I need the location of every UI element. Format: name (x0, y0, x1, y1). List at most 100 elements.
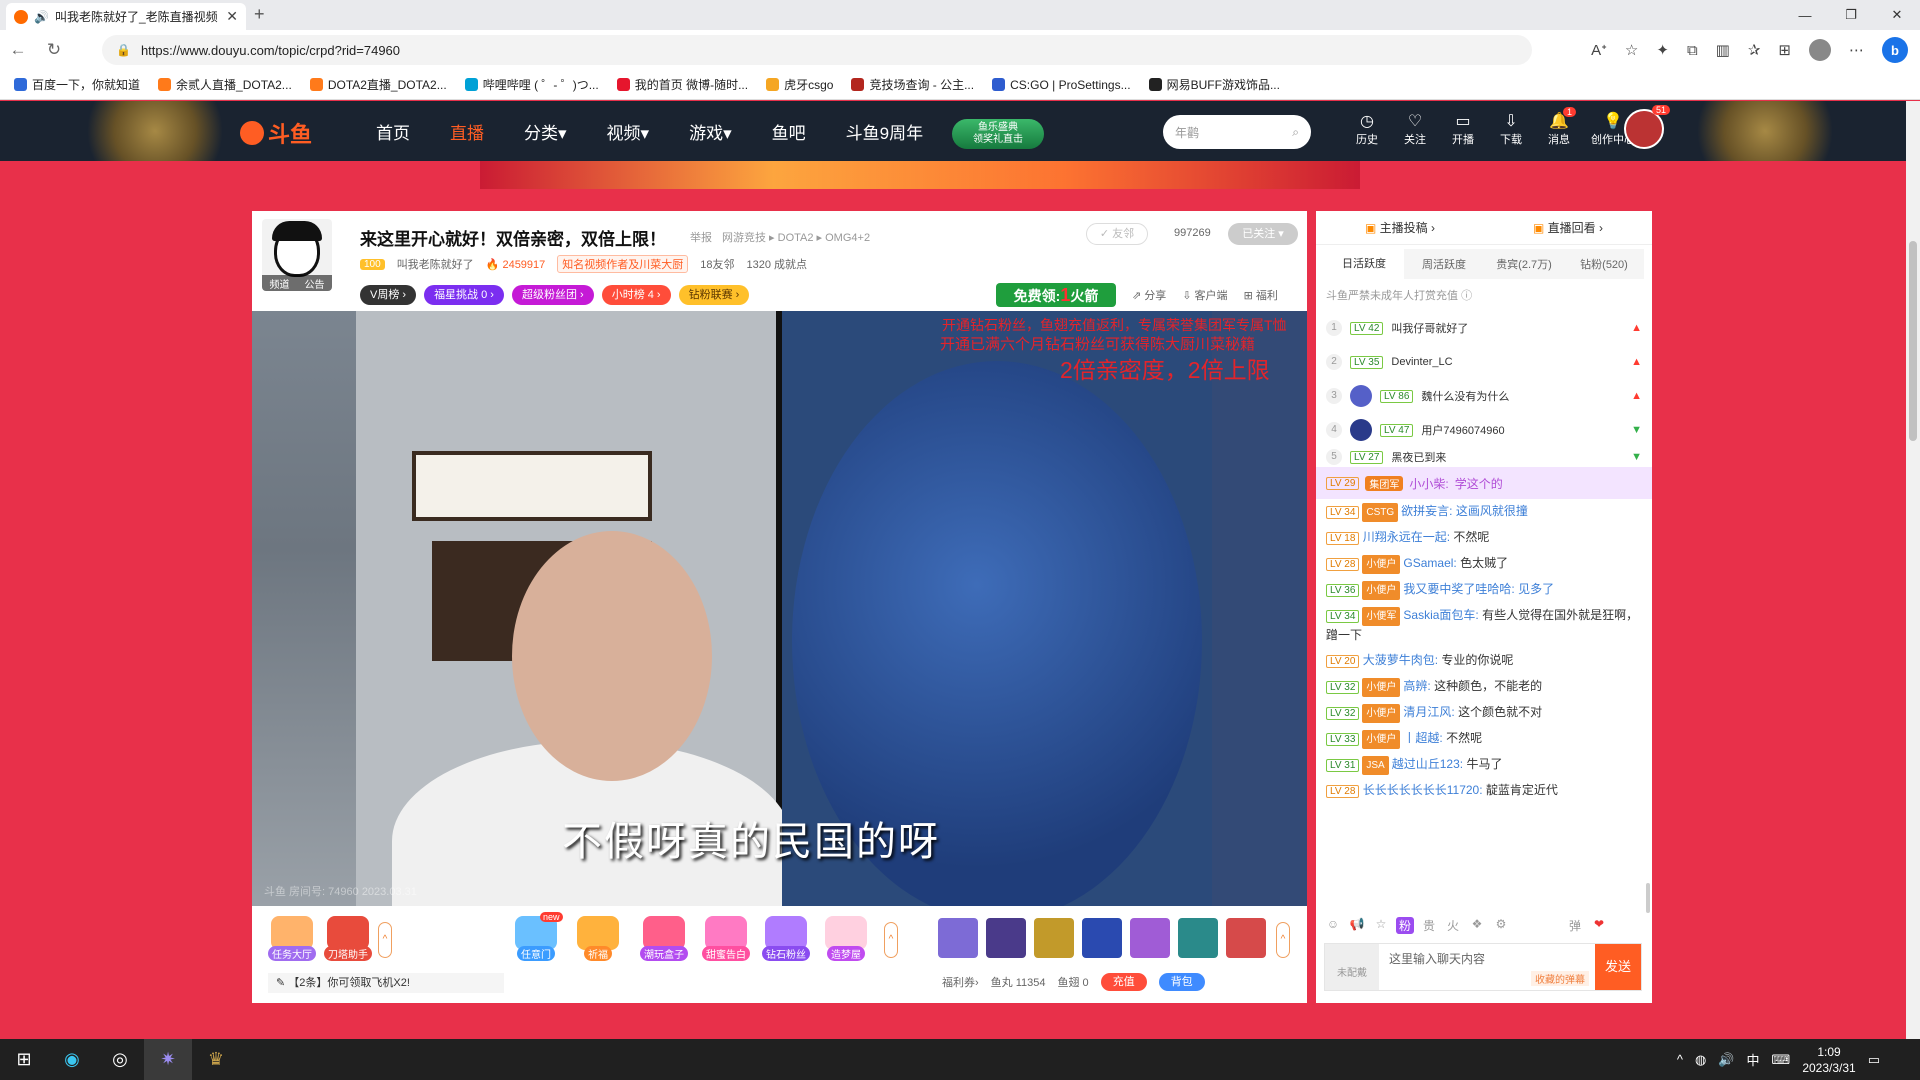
nav-fishbar[interactable]: 鱼吧 (772, 119, 806, 144)
search-icon[interactable]: ⌕ (1292, 125, 1299, 140)
lucky-challenge-pill[interactable]: 福星挑战 0 › (424, 285, 504, 305)
gift-item[interactable] (1226, 918, 1266, 958)
dota-helper-button[interactable]: 刀塔助手 (322, 916, 374, 961)
gift-sweet-confession[interactable]: 甜蜜告白 (700, 916, 752, 961)
profile-avatar[interactable] (1809, 39, 1831, 61)
back-button[interactable]: ← (0, 40, 36, 60)
collected-danmu-button[interactable]: 收藏的弹幕 (1531, 971, 1589, 986)
hourly-rank-pill[interactable]: 小时榜 4 › (601, 285, 671, 305)
browser-tab[interactable]: 🔊 叫我老陈就好了_老陈直播视频 ✕ (6, 3, 246, 30)
help-icon[interactable]: ⓘ (1461, 290, 1472, 302)
rank-row[interactable]: 5 LV 27 黑夜已到来 ▼ (1316, 447, 1652, 467)
puzzle-extensions-icon[interactable]: ⧉ (1687, 42, 1698, 59)
page-scrollbar[interactable] (1906, 101, 1920, 1039)
nav-anniversary[interactable]: 斗鱼9周年 (846, 119, 923, 144)
app-icon[interactable]: ✷ (144, 1039, 192, 1080)
volume-icon[interactable]: 🔊 (1718, 1052, 1734, 1068)
expand-right-button[interactable]: ^ (1276, 922, 1290, 958)
expand-gifts-button[interactable]: ^ (884, 922, 898, 958)
client-button[interactable]: ⇩ 客户端 (1182, 287, 1227, 303)
gift-item[interactable] (938, 918, 978, 958)
gift-dreamhouse[interactable]: 造梦屋 (820, 916, 872, 961)
obs-icon[interactable]: ◎ (96, 1039, 144, 1080)
recharge-button[interactable]: 充值 (1100, 973, 1147, 991)
follow-button[interactable]: ♡ 关注 (1398, 111, 1432, 147)
favorite-star-icon[interactable]: ☆ (1625, 41, 1638, 59)
noble-icon[interactable]: 贵 (1420, 917, 1438, 934)
backpack-button[interactable]: 背包 (1158, 973, 1205, 991)
bookmark-item[interactable]: DOTA2直播_DOTA2... (309, 76, 447, 93)
replay-link[interactable]: ▣ 直播回看 › (1533, 219, 1603, 236)
minimize-button[interactable]: — (1782, 0, 1828, 30)
followed-button[interactable]: 已关注 ▾ (1228, 223, 1298, 245)
keyboard-icon[interactable]: ⌨ (1772, 1052, 1791, 1068)
bookmark-item[interactable]: 我的首页 微博-随时... (616, 76, 748, 93)
new-tab-button[interactable]: + (254, 4, 265, 25)
fan-icon[interactable]: 粉 (1396, 917, 1414, 934)
settings-icon[interactable]: ⚙ (1492, 917, 1510, 934)
gift-item[interactable] (1034, 918, 1074, 958)
claim-tip[interactable]: ✎ 【2条】你可领取飞机X2! (268, 973, 504, 993)
notification-icon[interactable]: ▭ (1868, 1052, 1880, 1068)
gift-item[interactable] (986, 918, 1026, 958)
bookmark-item[interactable]: 哔哩哔哩 ( ゜- ゜)つ... (464, 76, 599, 93)
extension-icon[interactable]: ✦ (1656, 41, 1669, 59)
vweek-rank-pill[interactable]: V周榜 › (360, 285, 417, 305)
pinned-user[interactable]: 小小柴: (1409, 475, 1448, 492)
search-input[interactable]: 年鹳 (1175, 124, 1199, 141)
friends-count[interactable]: 18友邻 (700, 256, 734, 272)
free-rocket-button[interactable]: 免费领:1火箭 (996, 283, 1116, 307)
welfare-button[interactable]: ⊞ 福利 (1244, 287, 1278, 303)
chevron-up-icon[interactable]: ^ (1677, 1052, 1683, 1067)
speaker-icon[interactable]: 🔊 (34, 10, 49, 24)
user-avatar[interactable]: 51 (1624, 105, 1670, 149)
rank-row[interactable]: 1 LV 42 叫我仔哥就好了 ▲ (1316, 311, 1652, 345)
category-breadcrumb[interactable]: 网游竞技 ▸ DOTA2 ▸ OMG4+2 (722, 229, 870, 245)
chat-input[interactable]: 这里输入聊天内容 收藏的弹幕 (1379, 944, 1595, 990)
gift-icon[interactable]: ❖ (1468, 917, 1486, 934)
bookmark-item[interactable]: 竞技场查询 - 公主... (851, 76, 974, 93)
nav-category[interactable]: 分类▾ (524, 119, 567, 144)
tab-diamond-fans[interactable]: 钻粉(520) (1564, 256, 1644, 272)
anchor-name[interactable]: 叫我老陈就好了 (397, 256, 474, 272)
history-button[interactable]: ◷ 历史 (1350, 111, 1384, 147)
download-button[interactable]: ⇩ 下载 (1494, 111, 1528, 147)
welfare-ticket[interactable]: 福利券› (942, 974, 979, 990)
network-icon[interactable]: ◍ (1695, 1052, 1706, 1068)
horn-icon[interactable]: 📢 (1348, 917, 1366, 934)
video-player[interactable]: 开通钻石粉丝，鱼翅充值返利，专属荣誉集团军专属T恤 开通已满六个月钻石粉丝可获得… (252, 311, 1307, 906)
bookmark-item[interactable]: CS:GO | ProSettings... (992, 78, 1131, 92)
fire-icon[interactable]: 火 (1444, 917, 1462, 934)
notice-link[interactable]: 公告 (305, 276, 325, 291)
gift-toybox[interactable]: 潮玩盒子 (638, 916, 690, 961)
restore-button[interactable]: ❐ (1828, 0, 1874, 30)
clock[interactable]: 1:09 2023/3/31 (1802, 1044, 1855, 1076)
chat-scrollbar[interactable] (1646, 883, 1650, 913)
more-menu-icon[interactable]: ⋯ (1849, 41, 1864, 59)
share-button[interactable]: ⇗ 分享 (1132, 287, 1166, 303)
friend-button[interactable]: ✓ 友邻 (1086, 223, 1148, 245)
bookmark-item[interactable]: 网易BUFF游戏饰品... (1148, 76, 1280, 93)
tab-vip[interactable]: 贵宾(2.7万) (1484, 256, 1564, 272)
diamond-league-pill[interactable]: 钻粉联赛 › (678, 285, 750, 305)
lock-icon[interactable]: 🔒 (116, 43, 131, 57)
star-icon[interactable]: ☆ (1372, 917, 1390, 934)
dota-icon[interactable]: ♛ (192, 1039, 240, 1080)
url-bar[interactable]: 🔒 https://www.douyu.com/topic/crpd?rid=7… (102, 35, 1532, 65)
nav-games[interactable]: 游戏▾ (689, 119, 732, 144)
gift-item[interactable] (1082, 918, 1122, 958)
channel-link[interactable]: 频道 (270, 276, 290, 291)
gift-anydoor[interactable]: new 任意门 (510, 912, 563, 961)
achievement-points[interactable]: 1320 成就点 (747, 256, 808, 272)
rank-row[interactable]: 3 LV 86 魏什么没有为什么 ▲ (1316, 379, 1652, 413)
rank-row[interactable]: 4 LV 47 用户7496074960 ▼ (1316, 413, 1652, 447)
bookmark-item[interactable]: 百度一下，你就知道 (14, 76, 140, 93)
edge-browser-icon[interactable]: ◉ (48, 1039, 96, 1080)
anchor-avatar[interactable]: 频道 公告 (262, 219, 332, 291)
nav-home[interactable]: 首页 (376, 119, 410, 144)
danmu-toggle-icon[interactable]: 弹 (1566, 917, 1584, 934)
anchor-submissions-link[interactable]: ▣ 主播投稿 › (1365, 219, 1435, 236)
nav-video[interactable]: 视频▾ (607, 119, 650, 144)
split-screen-icon[interactable]: ▥ (1716, 41, 1730, 59)
scrollbar-thumb[interactable] (1909, 241, 1917, 441)
